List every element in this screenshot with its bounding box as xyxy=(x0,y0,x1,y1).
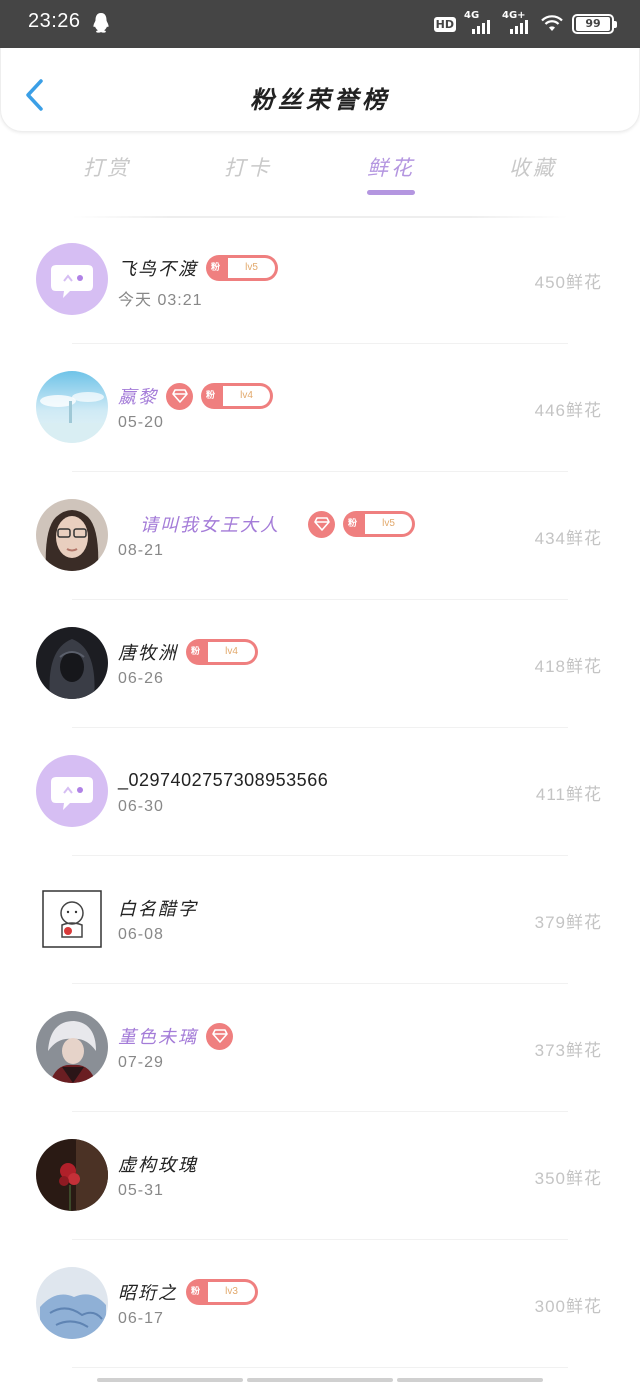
doodle-icon xyxy=(36,883,108,955)
red-flower-icon xyxy=(36,1139,108,1211)
flower-count: 450鲜花 xyxy=(534,273,602,292)
avatar[interactable] xyxy=(36,1011,108,1083)
diamond-icon xyxy=(206,1022,233,1050)
page-title: 粉丝荣誉榜 xyxy=(250,85,390,114)
diamond-icon xyxy=(308,510,335,538)
fan-level-badge: 粉 lv3 xyxy=(186,1279,258,1305)
flower-count: 418鲜花 xyxy=(534,657,602,676)
fan-ranking-list: 飞鸟不渡 粉 lv5 今天 03:21 450鲜花 嬴黎 粉 lv4 05-20… xyxy=(0,216,640,1368)
list-item[interactable]: 飞鸟不渡 粉 lv5 今天 03:21 450鲜花 xyxy=(0,216,640,344)
list-item[interactable]: 唐牧洲 粉 lv4 06-26 418鲜花 xyxy=(0,600,640,728)
fan-name: 虚构玫瑰 xyxy=(118,1155,198,1176)
page-header: 粉丝荣誉榜 xyxy=(0,48,640,132)
status-time: 23:26 xyxy=(28,10,81,32)
fan-level-badge: 粉 lv5 xyxy=(343,511,415,537)
avatar[interactable] xyxy=(36,499,108,571)
dark-hooded-icon xyxy=(36,627,108,699)
woman-glasses-icon xyxy=(36,499,108,571)
flower-count: 350鲜花 xyxy=(534,1169,602,1188)
fan-date: 06-30 xyxy=(118,798,164,815)
default-avatar-icon xyxy=(36,755,108,827)
anime-boy-icon xyxy=(36,1011,108,1083)
tab-favorites[interactable]: 收藏 xyxy=(483,152,583,182)
avatar[interactable] xyxy=(36,627,108,699)
fan-date: 06-26 xyxy=(118,670,164,687)
fan-level-badge: 粉 lv4 xyxy=(186,639,258,665)
fan-date: 06-08 xyxy=(118,926,164,943)
name-line: 飞鸟不渡 粉 lv5 xyxy=(118,254,278,282)
avatar[interactable] xyxy=(36,1139,108,1211)
avatar[interactable] xyxy=(36,883,108,955)
list-item[interactable]: _0297402757308953566 06-30 411鲜花 xyxy=(0,728,640,856)
avatar[interactable] xyxy=(36,243,108,315)
avatar[interactable] xyxy=(36,755,108,827)
fan-name: 请叫我女王大人 xyxy=(140,515,280,536)
name-line: 昭珩之 粉 lv3 xyxy=(118,1278,258,1306)
list-item[interactable]: 请叫我女王大人 粉 lv5 08-21 434鲜花 xyxy=(0,472,640,600)
fan-name: 堇色未璃 xyxy=(118,1027,198,1048)
flower-count: 373鲜花 xyxy=(534,1041,602,1060)
list-item[interactable]: 堇色未璃 07-29 373鲜花 xyxy=(0,984,640,1112)
tab-checkin[interactable]: 打卡 xyxy=(198,152,298,182)
tab-flowers[interactable]: 鲜花 xyxy=(341,152,441,182)
status-bar: 23:26 HD 4G 4G+ 99 xyxy=(0,0,640,48)
flower-count: 379鲜花 xyxy=(534,913,602,932)
name-line: 白名醋字 xyxy=(118,894,198,922)
name-line: 虚构玫瑰 xyxy=(118,1150,198,1178)
list-item[interactable]: 白名醋字 06-08 379鲜花 xyxy=(0,856,640,984)
list-item[interactable]: 嬴黎 粉 lv4 05-20 446鲜花 xyxy=(0,344,640,472)
qq-icon xyxy=(93,13,109,33)
fan-date: 07-29 xyxy=(118,1054,164,1071)
signal-sim1-icon: 4G xyxy=(464,10,494,36)
name-line: 请叫我女王大人 粉 lv5 xyxy=(140,510,415,538)
avatar[interactable] xyxy=(36,371,108,443)
fan-name: 昭珩之 xyxy=(118,1283,178,1304)
diamond-icon xyxy=(166,382,193,410)
active-tab-indicator xyxy=(367,190,415,195)
name-line: _0297402757308953566 xyxy=(118,766,328,794)
fan-name: 飞鸟不渡 xyxy=(118,259,198,280)
wifi-icon xyxy=(541,15,563,31)
fan-date: 今天 03:21 xyxy=(118,292,203,309)
fan-name: 白名醋字 xyxy=(118,899,198,920)
sky-photo-icon xyxy=(36,371,108,443)
name-line: 唐牧洲 粉 lv4 xyxy=(118,638,258,666)
fan-date: 05-20 xyxy=(118,414,164,431)
fan-date: 05-31 xyxy=(118,1182,164,1199)
list-item[interactable]: 虚构玫瑰 05-31 350鲜花 xyxy=(0,1112,640,1240)
fan-level-badge: 粉 lv4 xyxy=(201,383,273,409)
tab-bar: 打赏 打卡 鲜花 收藏 xyxy=(0,140,640,200)
fan-name: _0297402757308953566 xyxy=(118,769,329,790)
fan-date: 08-21 xyxy=(118,542,164,559)
signal-sim2-icon: 4G+ xyxy=(502,10,532,36)
flower-count: 411鲜花 xyxy=(535,785,602,804)
battery-level: 99 xyxy=(576,17,610,31)
name-line: 堇色未璃 xyxy=(118,1022,233,1050)
fan-name: 嬴黎 xyxy=(118,387,158,408)
list-item[interactable]: 昭珩之 粉 lv3 06-17 300鲜花 xyxy=(0,1240,640,1368)
battery-icon: 99 xyxy=(572,14,617,34)
flower-count: 300鲜花 xyxy=(534,1297,602,1316)
fan-level-badge: 粉 lv5 xyxy=(206,255,278,281)
blue-clothes-icon xyxy=(36,1267,108,1339)
hd-icon: HD xyxy=(433,16,456,32)
flower-count: 446鲜花 xyxy=(534,401,602,420)
name-line: 嬴黎 粉 lv4 xyxy=(118,382,273,410)
default-avatar-icon xyxy=(36,243,108,315)
tab-reward[interactable]: 打赏 xyxy=(57,152,157,182)
fan-name: 唐牧洲 xyxy=(118,643,178,664)
avatar[interactable] xyxy=(36,1267,108,1339)
fan-date: 06-17 xyxy=(118,1310,164,1327)
flower-count: 434鲜花 xyxy=(534,529,602,548)
bottom-nav-hint xyxy=(0,1378,640,1387)
